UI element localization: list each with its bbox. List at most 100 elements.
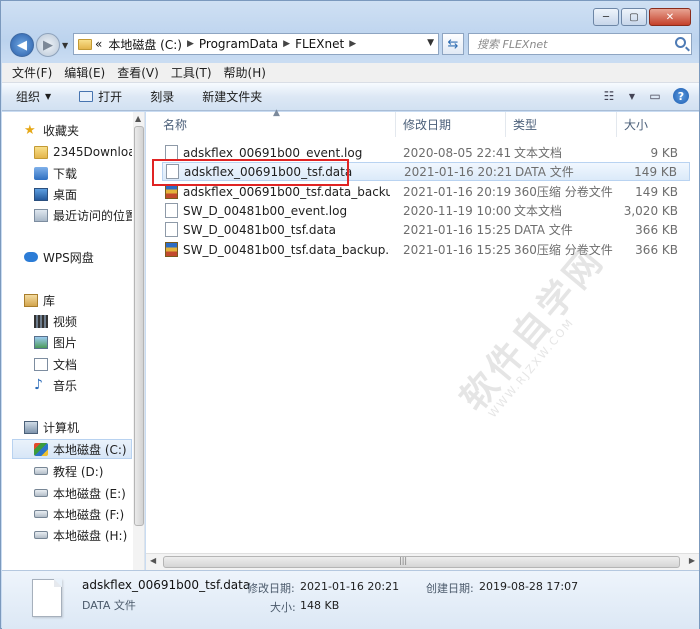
column-header-type[interactable]: 类型 <box>506 112 617 137</box>
column-header-name[interactable]: 名称 <box>156 112 396 137</box>
nav-item-music[interactable]: ♪ 音乐 <box>34 375 132 395</box>
menu-view[interactable]: 查看(V) <box>111 64 165 81</box>
scroll-right-icon[interactable]: ▶ <box>689 556 695 565</box>
search-input[interactable]: 搜索 FLEXnet <box>468 33 692 55</box>
system-drive-icon <box>34 442 48 456</box>
organize-label: 组织 <box>16 90 41 104</box>
nav-drive-d[interactable]: 教程 (D:) <box>34 461 132 481</box>
open-label: 打开 <box>98 90 123 104</box>
file-name: SW_D_00481b00_tsf.data <box>183 222 336 237</box>
nav-drive-c[interactable]: 本地磁盘 (C:) <box>12 439 132 459</box>
nav-item-label: 本地磁盘 (H:) <box>53 528 128 543</box>
search-icon[interactable] <box>675 37 686 48</box>
nav-item-documents[interactable]: 文档 <box>34 354 132 374</box>
nav-item-videos[interactable]: 视频 <box>34 311 132 331</box>
nav-favorites[interactable]: ★ 收藏夹 <box>24 120 144 140</box>
file-row[interactable]: SW_D_00481b00_event.log 2020-11-19 10:00… <box>162 201 690 220</box>
close-button[interactable]: ✕ <box>649 8 691 26</box>
nav-item-2345download[interactable]: 2345Downloa <box>34 142 132 162</box>
window-controls: ─ ▢ ✕ <box>593 8 691 26</box>
help-icon[interactable]: ? <box>673 88 689 104</box>
nav-computer[interactable]: 计算机 <box>24 417 144 437</box>
horizontal-scrollbar[interactable]: ◀ ||| ▶ <box>146 553 699 570</box>
back-button[interactable]: ◀ <box>10 33 34 57</box>
recent-pages-dropdown[interactable]: ▼ <box>62 41 68 50</box>
archive-file-icon <box>165 242 178 257</box>
breadcrumb-separator-icon[interactable]: ▶ <box>187 39 194 49</box>
recent-places-icon <box>34 208 48 222</box>
drive-icon <box>34 510 48 518</box>
menu-edit[interactable]: 编辑(E) <box>58 64 111 81</box>
nav-scroll-thumb[interactable] <box>134 126 144 526</box>
file-row[interactable]: SW_D_00481b00_tsf.data 2021-01-16 15:25 … <box>162 220 690 239</box>
computer-icon <box>24 420 38 434</box>
nav-item-recent-places[interactable]: 最近访问的位置 <box>34 205 132 225</box>
minimize-button[interactable]: ─ <box>593 8 619 26</box>
refresh-button[interactable]: ⇆ <box>442 33 464 55</box>
nav-item-label: 下载 <box>53 166 78 181</box>
address-bar[interactable]: « 本地磁盘 (C:) ▶ ProgramData ▶ FLEXnet ▶ ▼ <box>73 33 439 55</box>
view-dropdown-icon[interactable]: ▼ <box>627 87 637 105</box>
nav-item-pictures[interactable]: 图片 <box>34 332 132 352</box>
file-size: 149 KB <box>634 164 677 179</box>
forward-button[interactable]: ▶ <box>36 33 60 57</box>
details-pane: adskflex_00691b00_tsf.data DATA 文件 修改日期:… <box>2 570 699 629</box>
breadcrumb-separator-icon[interactable]: ▶ <box>349 39 356 49</box>
new-folder-button[interactable]: 新建文件夹 <box>202 88 262 105</box>
nav-drive-f[interactable]: 本地磁盘 (F:) <box>34 504 132 524</box>
column-header-size[interactable]: 大小 <box>617 112 692 137</box>
open-button[interactable]: 打开 <box>79 88 122 105</box>
music-icon: ♪ <box>34 376 43 393</box>
file-size: 3,020 KB <box>623 203 678 218</box>
scroll-up-icon[interactable]: ▲ <box>135 114 141 123</box>
scroll-left-icon[interactable]: ◀ <box>150 556 156 565</box>
nav-scrollbar[interactable]: ▲ <box>133 112 144 570</box>
burn-button[interactable]: 刻录 <box>150 88 174 105</box>
watermark-text: 软件自学网 <box>452 239 613 420</box>
address-dropdown-icon[interactable]: ▼ <box>427 38 434 48</box>
data-file-icon <box>165 222 178 237</box>
nav-wps-drive[interactable]: WPS网盘 <box>24 247 144 267</box>
menu-help[interactable]: 帮助(H) <box>218 64 272 81</box>
desktop-icon <box>34 187 48 201</box>
download-icon <box>34 166 48 180</box>
document-icon <box>34 357 48 371</box>
nav-drive-e[interactable]: 本地磁盘 (E:) <box>34 483 132 503</box>
file-date: 2021-01-16 20:21 <box>404 164 513 179</box>
menu-tools[interactable]: 工具(T) <box>165 64 218 81</box>
breadcrumb-flexnet[interactable]: FLEXnet <box>295 37 344 51</box>
nav-item-desktop[interactable]: 桌面 <box>34 184 132 204</box>
nav-drive-h[interactable]: 本地磁盘 (H:) <box>34 525 132 545</box>
burn-label: 刻录 <box>150 90 175 104</box>
column-name-label: 名称 <box>163 118 188 132</box>
view-options-icon[interactable]: ☷ <box>599 87 619 105</box>
nav-item-downloads[interactable]: 下载 <box>34 163 132 183</box>
breadcrumb-drive[interactable]: 本地磁盘 (C:) <box>108 36 182 53</box>
h-scroll-thumb[interactable] <box>163 556 680 568</box>
file-date: 2020-08-05 22:41 <box>403 145 512 160</box>
folder-icon <box>34 145 48 159</box>
menu-file[interactable]: 文件(F) <box>6 64 58 81</box>
details-size-value: 148 KB <box>300 599 340 612</box>
file-date: 2021-01-16 20:19 <box>403 184 512 199</box>
breadcrumb-overflow[interactable]: « <box>95 37 102 51</box>
file-size: 9 KB <box>650 145 678 160</box>
file-size: 366 KB <box>635 222 678 237</box>
nav-item-label: 本地磁盘 (C:) <box>53 442 127 457</box>
file-date: 2021-01-16 15:25 <box>403 222 512 237</box>
nav-item-label: 本地磁盘 (F:) <box>53 507 125 522</box>
breadcrumb-programdata[interactable]: ProgramData <box>199 37 278 51</box>
nav-libraries[interactable]: 库 <box>24 290 144 310</box>
organize-button[interactable]: 组织 ▼ <box>16 88 51 105</box>
text-file-icon <box>165 203 178 218</box>
nav-item-label: 视频 <box>53 314 78 329</box>
maximize-button[interactable]: ▢ <box>621 8 647 26</box>
details-created-label: 创建日期: <box>426 582 474 595</box>
chevron-down-icon: ▼ <box>45 92 52 101</box>
breadcrumb-separator-icon[interactable]: ▶ <box>283 39 290 49</box>
column-header-date[interactable]: 修改日期 <box>396 112 506 137</box>
preview-pane-icon[interactable]: ▭ <box>645 87 665 105</box>
file-type: 360压缩 分卷文件 <box>514 185 613 199</box>
file-row[interactable]: SW_D_00481b00_tsf.data_backup.001 2021-0… <box>162 240 690 259</box>
nav-computer-label: 计算机 <box>43 420 80 435</box>
